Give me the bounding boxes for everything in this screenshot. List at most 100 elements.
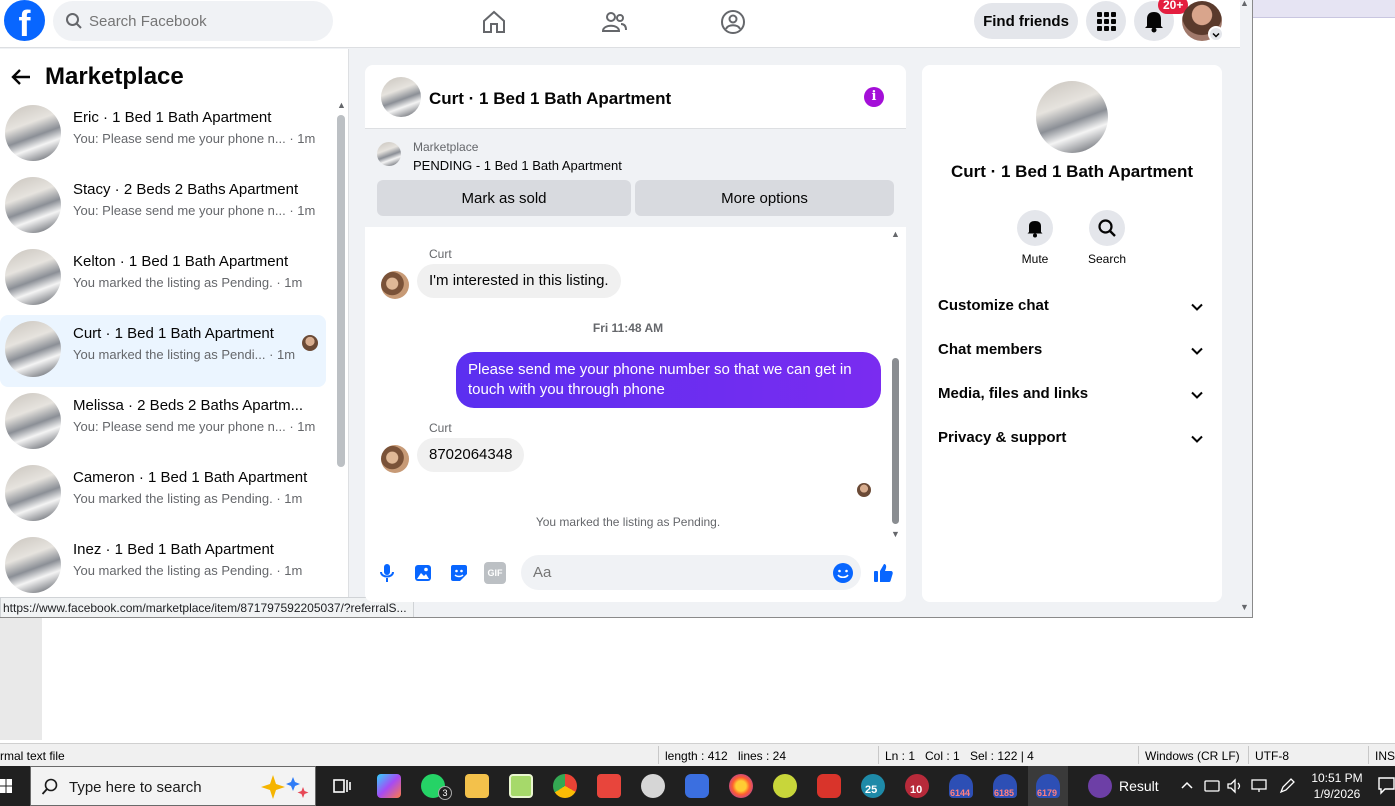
info-icon[interactable]: i (864, 87, 884, 107)
menu-button[interactable] (1086, 1, 1126, 41)
task-view-icon[interactable] (330, 774, 354, 798)
customize-chat-section[interactable]: Customize chat (930, 284, 1214, 328)
page-scroll-up-arrow[interactable]: ▲ (1240, 0, 1249, 8)
pen-icon[interactable] (1278, 777, 1296, 795)
chrome-icon[interactable] (553, 774, 577, 798)
chat-scroll-down-arrow[interactable]: ▼ (891, 529, 900, 539)
windows-taskbar: Type here to search 3 25 10 6144 6185 61… (0, 766, 1395, 806)
friends-icon[interactable] (600, 8, 628, 36)
chat-scroll-up-arrow[interactable]: ▲ (891, 229, 900, 239)
result-label[interactable]: Result (1119, 778, 1159, 794)
result-app-icon[interactable] (1088, 774, 1112, 798)
sender-avatar[interactable] (381, 445, 409, 473)
read-receipt-avatar (857, 483, 871, 497)
marketplace-listing-banner: Marketplace PENDING - 1 Bed 1 Bath Apart… (365, 129, 906, 227)
conversation-item[interactable]: Stacy · 2 Beds 2 Baths Apartment You: Pl… (0, 171, 326, 243)
notepad-plus-plus-icon[interactable] (509, 774, 533, 798)
conversation-item[interactable]: Melissa · 2 Beds 2 Baths Apartm... You: … (0, 387, 326, 459)
chat-scrollbar[interactable] (892, 358, 899, 524)
taskbar-search-box[interactable]: Type here to search (30, 766, 316, 806)
mute-action[interactable]: Mute (1005, 210, 1065, 266)
xampp-icon[interactable] (773, 774, 797, 798)
badge-6179: 6179 (1037, 788, 1058, 798)
list-scrollbar[interactable] (337, 115, 345, 467)
file-explorer-icon[interactable] (465, 774, 489, 798)
marketplace-inbox: Marketplace ▲ Eric · 1 Bed 1 Bath Apartm… (0, 49, 349, 617)
sender-avatar[interactable] (381, 271, 409, 299)
display-icon[interactable] (1250, 777, 1268, 795)
top-nav-bar: f Find friends 20+ (0, 0, 1240, 48)
conversation-item[interactable]: Kelton · 1 Bed 1 Bath Apartment You mark… (0, 243, 326, 315)
privacy-support-section[interactable]: Privacy & support (930, 416, 1214, 460)
more-options-button[interactable]: More options (635, 180, 894, 216)
home-icon[interactable] (480, 8, 508, 36)
listing-status[interactable]: PENDING - 1 Bed 1 Bath Apartment (413, 158, 622, 173)
message-input[interactable] (521, 555, 861, 590)
thumbs-up-icon[interactable] (872, 562, 894, 584)
mute-button[interactable] (1017, 210, 1053, 246)
conversation-item[interactable]: Inez · 1 Bed 1 Bath Apartment You marked… (0, 531, 326, 603)
badge-6185: 6185 (994, 788, 1015, 798)
account-chevron-icon[interactable] (1208, 26, 1224, 42)
search-input[interactable] (89, 1, 324, 41)
microphone-icon[interactable] (376, 562, 398, 584)
windows-start-icon[interactable] (0, 778, 12, 794)
conversation-title: Eric · 1 Bed 1 Bath Apartment (73, 109, 272, 126)
conversation-snippet: You marked the listing as Pending. · 1m (73, 275, 303, 290)
app-icon[interactable] (641, 774, 665, 798)
conversation-snippet: You marked the listing as Pendi... · 1m (73, 347, 296, 362)
copilot-icon[interactable] (377, 774, 401, 798)
find-friends-button[interactable]: Find friends (974, 3, 1078, 39)
clock-date: 1/9/2026 (1313, 787, 1361, 801)
groups-icon[interactable] (719, 8, 747, 36)
emoji-icon[interactable] (832, 562, 854, 584)
outgoing-message: Please send me your phone number so that… (456, 352, 881, 408)
section-title: Privacy & support (938, 429, 1067, 446)
search-icon (1098, 219, 1116, 237)
network-icon[interactable] (1203, 777, 1221, 795)
sel-label: Sel : 122 | 4 (970, 749, 1034, 763)
anydesk-icon[interactable] (597, 774, 621, 798)
conversation-title: Kelton · 1 Bed 1 Bath Apartment (73, 253, 289, 270)
volume-icon[interactable] (1226, 777, 1244, 795)
mute-label: Mute (1021, 252, 1049, 266)
red-app-icon[interactable] (817, 774, 841, 798)
whatsapp-count: 3 (438, 786, 452, 800)
listing-thumbnail (5, 249, 61, 305)
link-status-url: https://www.facebook.com/marketplace/ite… (0, 597, 414, 617)
listing-thumbnail (5, 393, 61, 449)
page-scroll-down-arrow[interactable]: ▼ (1240, 602, 1249, 612)
chat-members-section[interactable]: Chat members (930, 328, 1214, 372)
chat-listing-thumbnail[interactable] (381, 77, 421, 117)
gif-icon[interactable]: GIF (484, 562, 506, 584)
photo-icon[interactable] (412, 562, 434, 584)
sparkle-icon (261, 775, 309, 799)
bitwarden-icon[interactable] (685, 774, 709, 798)
listing-thumbnail (5, 177, 61, 233)
search-box[interactable] (53, 1, 333, 41)
clock[interactable]: 10:51 PM 1/9/2026 (1304, 770, 1370, 802)
conversation-item[interactable]: Eric · 1 Bed 1 Bath Apartment You: Pleas… (0, 99, 326, 171)
notification-center-icon[interactable] (1378, 776, 1395, 796)
conversation-item-active[interactable]: Curt · 1 Bed 1 Bath Apartment You marked… (0, 315, 326, 387)
chevron-up-icon[interactable] (1180, 779, 1194, 793)
badge-25: 25 (865, 784, 878, 796)
conversation-item[interactable]: Cameron · 1 Bed 1 Bath Apartment You mar… (0, 459, 326, 531)
section-title: Media, files and links (938, 385, 1089, 402)
list-scroll-up-arrow[interactable]: ▲ (337, 100, 346, 110)
firefox-icon[interactable] (729, 774, 753, 798)
sticker-icon[interactable] (448, 562, 470, 584)
search-in-chat-button[interactable] (1089, 210, 1125, 246)
mark-as-sold-button[interactable]: Mark as sold (377, 180, 631, 216)
chat-title[interactable]: Curt · 1 Bed 1 Bath Apartment (429, 89, 671, 109)
media-files-links-section[interactable]: Media, files and links (930, 372, 1214, 416)
notepad-line-gutter (0, 618, 42, 740)
incoming-message: I'm interested in this listing. (417, 264, 621, 298)
sender-name: Curt (429, 421, 452, 435)
conversation-snippet: You: Please send me your phone n... · 1m (73, 131, 316, 146)
conversation-snippet: You marked the listing as Pending. · 1m (73, 491, 303, 506)
details-listing-thumbnail[interactable] (1036, 81, 1108, 153)
back-arrow-icon[interactable] (10, 66, 32, 88)
search-action[interactable]: Search (1077, 210, 1137, 266)
facebook-logo[interactable]: f (4, 0, 45, 41)
